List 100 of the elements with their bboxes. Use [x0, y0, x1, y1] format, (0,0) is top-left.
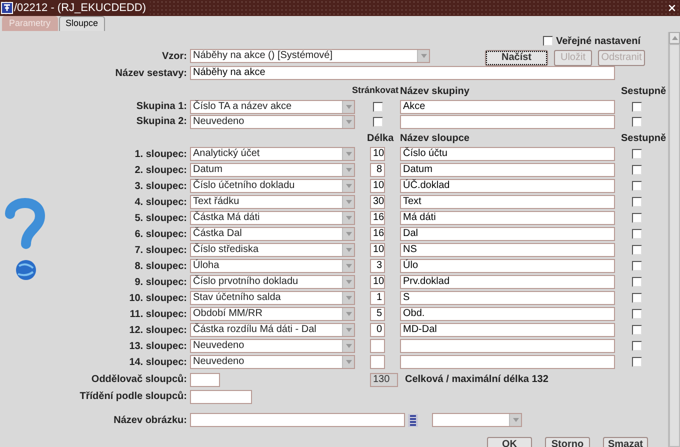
length-field[interactable] — [370, 355, 385, 369]
checkbox[interactable] — [632, 357, 642, 367]
input-field[interactable]: ÚČ.doklad — [400, 179, 615, 193]
checkbox[interactable] — [373, 102, 383, 112]
input-field[interactable] — [190, 390, 252, 404]
length-field[interactable]: 8 — [370, 163, 385, 177]
column-header: Délka — [367, 132, 395, 146]
checkbox[interactable] — [632, 213, 642, 223]
button[interactable]: Načíst — [485, 50, 548, 66]
dropdown[interactable]: Neuvedeno — [190, 114, 355, 128]
checkbox[interactable] — [632, 341, 642, 351]
dropdown[interactable]: Číslo prvotního dokladu — [190, 275, 355, 289]
dropdown[interactable]: Stav účetního salda — [190, 291, 355, 305]
checkbox[interactable] — [632, 309, 642, 319]
dropdown[interactable]: Text řádku — [190, 195, 355, 209]
tab[interactable]: Sloupce — [58, 16, 106, 31]
field-label: 8. sloupec: — [134, 260, 187, 274]
input-field[interactable] — [400, 339, 615, 353]
dropdown[interactable]: Částka rozdílu Má dáti - Dal — [190, 323, 355, 337]
checkbox[interactable] — [632, 165, 642, 175]
column-header: Sestupně — [621, 84, 666, 98]
checkbox[interactable] — [632, 116, 642, 126]
checkbox[interactable] — [632, 197, 642, 207]
field-label: 7. sloupec: — [134, 244, 187, 258]
input-field[interactable]: Obd. — [400, 307, 615, 321]
field-label: 5. sloupec: — [134, 212, 187, 226]
total-length-text: Celková / maximální délka 132 — [405, 373, 548, 387]
dropdown[interactable]: Datum — [190, 163, 355, 177]
checkbox[interactable] — [632, 325, 642, 335]
length-field[interactable] — [370, 339, 385, 353]
dropdown[interactable]: Částka Dal — [190, 227, 355, 241]
input-field[interactable]: Číslo účtu — [400, 147, 615, 161]
input-field[interactable]: S — [400, 291, 615, 305]
length-field[interactable]: 10 — [370, 147, 385, 161]
list-icon[interactable] — [408, 414, 418, 426]
input-field[interactable] — [400, 114, 615, 128]
dropdown[interactable]: Analytický účet — [190, 147, 355, 161]
checkbox[interactable] — [373, 116, 383, 126]
input-field[interactable]: Prv.doklad — [400, 275, 615, 289]
checkbox[interactable] — [632, 102, 642, 112]
input-field[interactable] — [190, 372, 220, 386]
dropdown[interactable]: Náběhy na akce () [Systémové] — [190, 49, 430, 63]
scrollbar[interactable] — [668, 32, 680, 447]
checkbox[interactable] — [632, 293, 642, 303]
dropdown[interactable]: Číslo účetního dokladu — [190, 179, 355, 193]
button[interactable]: Smazat — [603, 437, 648, 447]
length-field[interactable]: 16 — [370, 211, 385, 225]
dropdown[interactable]: Částka Má dáti — [190, 211, 355, 225]
input-field[interactable]: MD-Dal — [400, 323, 615, 337]
input-field[interactable] — [400, 355, 615, 369]
window-title: /02212 - (RJ_EKUCDEDD) — [13, 0, 150, 16]
checkbox-label: Veřejné nastavení — [556, 34, 640, 48]
caret-icon — [342, 276, 354, 288]
button[interactable]: OK — [487, 437, 532, 447]
column-header: Název sloupce — [400, 132, 470, 146]
dropdown[interactable]: Neuvedeno — [190, 355, 355, 369]
checkbox[interactable] — [632, 245, 642, 255]
dropdown[interactable] — [432, 413, 522, 427]
field-label: 1. sloupec: — [134, 148, 187, 162]
input-field[interactable]: Text — [400, 195, 615, 209]
input-field[interactable] — [190, 413, 405, 427]
caret-icon — [509, 414, 521, 426]
dropdown[interactable]: Období MM/RR — [190, 307, 355, 321]
field-label: 14. sloupec: — [129, 356, 187, 370]
dropdown[interactable]: Číslo TA a název akce — [190, 100, 355, 114]
length-field[interactable]: 3 — [370, 259, 385, 273]
dropdown[interactable]: Úloha — [190, 259, 355, 273]
caret-icon — [342, 292, 354, 304]
checkbox[interactable] — [632, 181, 642, 191]
dropdown[interactable]: Neuvedeno — [190, 339, 355, 353]
length-field[interactable]: 0 — [370, 323, 385, 337]
input-field[interactable]: Akce — [400, 100, 615, 114]
button[interactable]: Storno — [545, 437, 590, 447]
field-label: Oddělovač sloupců: — [91, 373, 187, 387]
caret-icon — [342, 228, 354, 240]
checkbox[interactable] — [543, 36, 553, 46]
input-field[interactable]: Datum — [400, 163, 615, 177]
length-field[interactable]: 30 — [370, 195, 385, 209]
length-field[interactable]: 16 — [370, 227, 385, 241]
input-field[interactable]: Náběhy na akce — [190, 66, 615, 80]
field-label: Skupina 2: — [136, 115, 187, 129]
length-field[interactable]: 5 — [370, 307, 385, 321]
input-field[interactable]: Dal — [400, 227, 615, 241]
checkbox[interactable] — [632, 149, 642, 159]
length-field[interactable]: 1 — [370, 291, 385, 305]
input-field[interactable]: Má dáti — [400, 211, 615, 225]
length-field[interactable]: 10 — [370, 179, 385, 193]
input-field[interactable]: Úlo — [400, 259, 615, 273]
field-label: Třídění podle sloupců: — [80, 390, 187, 404]
close-icon[interactable] — [667, 3, 677, 13]
field-label: 12. sloupec: — [129, 324, 187, 338]
length-field[interactable]: 10 — [370, 243, 385, 257]
checkbox[interactable] — [632, 261, 642, 271]
caret-icon — [342, 356, 354, 368]
field-label: 13. sloupec: — [129, 340, 187, 354]
length-field[interactable]: 10 — [370, 275, 385, 289]
input-field[interactable]: NS — [400, 243, 615, 257]
checkbox[interactable] — [632, 229, 642, 239]
checkbox[interactable] — [632, 277, 642, 287]
dropdown[interactable]: Číslo střediska — [190, 243, 355, 257]
